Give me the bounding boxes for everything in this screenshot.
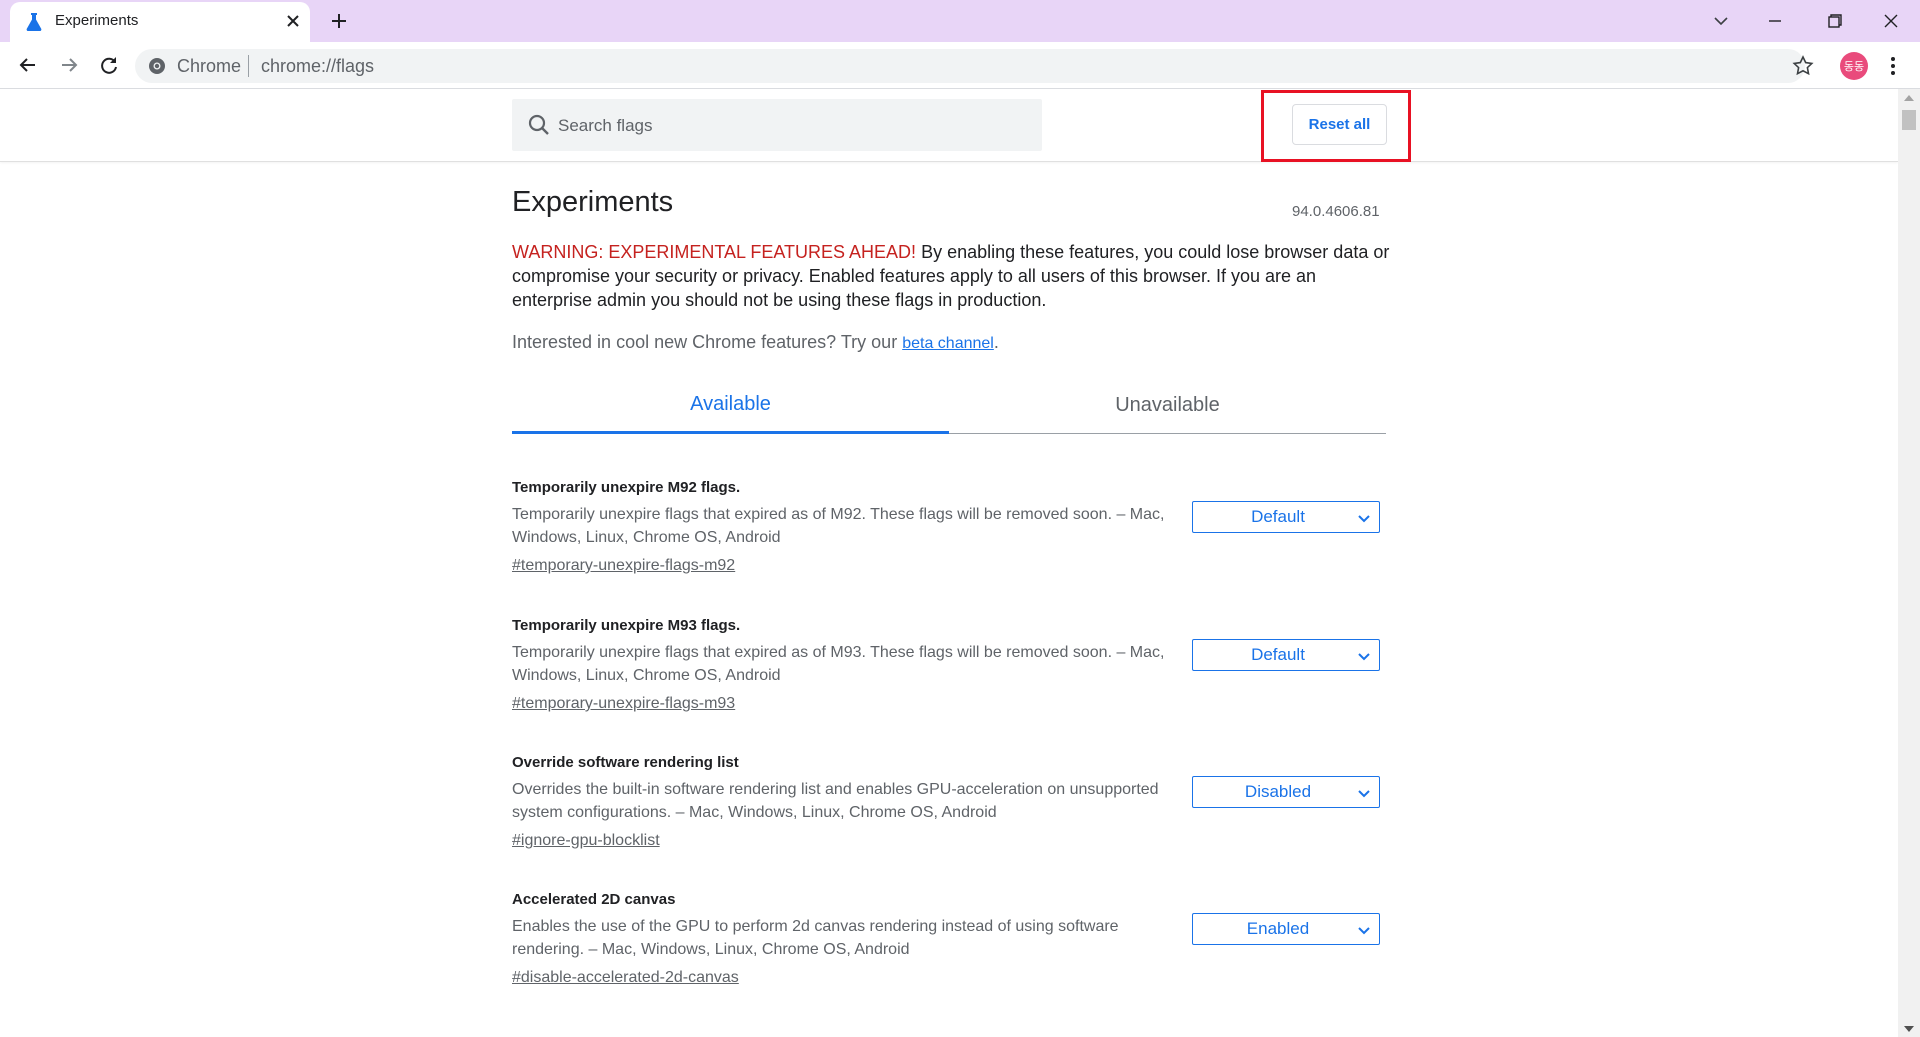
chevron-down-icon — [1358, 653, 1370, 661]
intro-suffix: . — [993, 332, 999, 352]
scrollbar-track[interactable] — [1898, 89, 1920, 1037]
search-flags-input[interactable] — [556, 110, 1030, 142]
scrollbar-thumb[interactable] — [1902, 110, 1916, 130]
tab-unavailable[interactable]: Unavailable — [949, 384, 1386, 434]
bookmark-star-icon[interactable] — [1790, 53, 1816, 79]
warning-heading: WARNING: EXPERIMENTAL FEATURES AHEAD! — [512, 242, 917, 262]
version-label: 94.0.4606.81 — [1292, 203, 1380, 220]
flag-state-select[interactable]: Default — [1192, 501, 1380, 533]
chevron-down-icon — [1358, 515, 1370, 523]
page-title: Experiments — [512, 186, 674, 218]
flag-state-value: Enabled — [1246, 919, 1310, 938]
flag-description: Temporarily unexpire flags that expired … — [512, 644, 1165, 684]
profile-avatar[interactable]: 동동 — [1840, 52, 1868, 80]
flag-state-select[interactable]: Enabled — [1192, 913, 1380, 945]
flag-permalink[interactable]: #disable-accelerated-2d-canvas — [512, 969, 739, 987]
flag-permalink[interactable]: #temporary-unexpire-flags-m92 — [512, 557, 735, 575]
tab-available[interactable]: Available — [512, 384, 949, 434]
flag-state-value: Disabled — [1244, 782, 1312, 801]
beta-channel-link[interactable]: beta channel — [902, 335, 994, 352]
back-icon[interactable] — [14, 51, 42, 79]
flag-description: Temporarily unexpire flags that expired … — [512, 506, 1165, 546]
search-icon — [528, 114, 549, 135]
tab-title: Experiments — [55, 12, 139, 29]
active-tab-indicator — [512, 431, 949, 434]
window-close-icon[interactable] — [1878, 8, 1904, 34]
address-bar[interactable] — [135, 49, 1805, 83]
intro-text: Interested in cool new Chrome features? … — [512, 332, 999, 353]
intro-prefix: Interested in cool new Chrome features? … — [512, 332, 903, 352]
flag-permalink[interactable]: #ignore-gpu-blocklist — [512, 832, 660, 850]
scroll-down-icon[interactable] — [1903, 1024, 1915, 1034]
flag-state-value: Default — [1251, 645, 1305, 664]
site-label: Chrome — [177, 56, 242, 76]
flag-state-select[interactable]: Disabled — [1192, 776, 1380, 808]
scroll-up-icon[interactable] — [1903, 93, 1915, 103]
flag-title: Temporarily unexpire M92 flags. — [512, 479, 741, 496]
tab-search-icon[interactable] — [1708, 8, 1734, 34]
chevron-down-icon — [1358, 790, 1370, 798]
flag-title: Accelerated 2D canvas — [512, 891, 676, 908]
more-menu-icon[interactable] — [1884, 52, 1902, 80]
omnibox-separator — [248, 55, 249, 77]
url-text[interactable]: chrome://flags — [261, 56, 374, 77]
flag-permalink[interactable]: #temporary-unexpire-flags-m93 — [512, 695, 735, 713]
forward-icon[interactable] — [55, 51, 83, 79]
reload-icon[interactable] — [95, 51, 123, 79]
flag-title: Temporarily unexpire M93 flags. — [512, 617, 741, 634]
restore-icon[interactable] — [1822, 8, 1848, 34]
flask-icon — [26, 13, 42, 31]
flag-title: Override software rendering list — [512, 754, 739, 771]
minimize-icon[interactable] — [1762, 8, 1788, 34]
chevron-down-icon — [1358, 927, 1370, 935]
flag-state-select[interactable]: Default — [1192, 639, 1380, 671]
flag-description: Overrides the built-in software renderin… — [512, 781, 1159, 821]
warning-text: WARNING: EXPERIMENTAL FEATURES AHEAD! By… — [512, 240, 1392, 312]
close-tab-icon[interactable] — [282, 10, 304, 32]
flag-state-value: Default — [1251, 507, 1305, 526]
flag-description: Enables the use of the GPU to perform 2d… — [512, 918, 1119, 958]
new-tab-icon[interactable] — [328, 10, 350, 32]
reset-all-button[interactable]: Reset all — [1292, 104, 1387, 145]
chrome-site-icon[interactable] — [148, 57, 166, 75]
